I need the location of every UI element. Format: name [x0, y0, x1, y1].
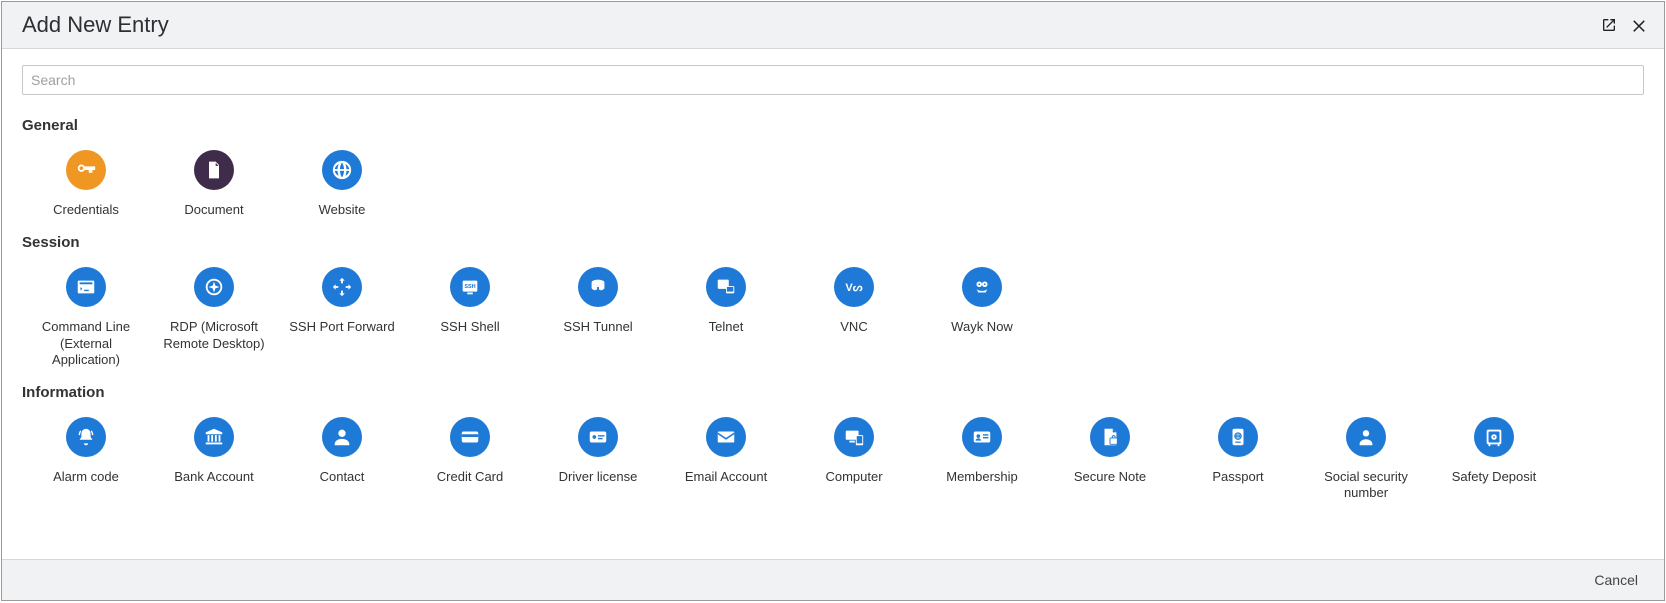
terminal-icon	[66, 267, 106, 307]
entry-type-label: VNC	[840, 319, 867, 335]
entry-type-alarm-code[interactable]: Alarm code	[22, 411, 150, 512]
entry-type-ssh-tunnel[interactable]: SSH Tunnel	[534, 261, 662, 378]
cancel-button[interactable]: Cancel	[1588, 568, 1644, 592]
add-entry-dialog: Add New Entry General Credentials Document…	[1, 1, 1665, 601]
entry-type-bank-account[interactable]: Bank Account	[150, 411, 278, 512]
globe-icon	[322, 150, 362, 190]
entry-type-label: Safety Deposit	[1452, 469, 1537, 485]
entry-type-email-account[interactable]: Email Account	[662, 411, 790, 512]
section-title-information: Information	[22, 384, 1634, 401]
passport-icon	[1218, 417, 1258, 457]
dialog-header: Add New Entry	[2, 2, 1664, 49]
entry-type-label: Contact	[320, 469, 365, 485]
entry-type-credentials[interactable]: Credentials	[22, 144, 150, 228]
dialog-body: General Credentials Document Website Session…	[2, 49, 1664, 559]
entry-type-secure-note[interactable]: Secure Note	[1046, 411, 1174, 512]
person-icon	[322, 417, 362, 457]
telnet-icon	[706, 267, 746, 307]
dialog-footer: Cancel	[2, 559, 1664, 600]
entry-type-label: Passport	[1212, 469, 1263, 485]
search-input[interactable]	[22, 65, 1644, 95]
rdp-icon	[194, 267, 234, 307]
safe-icon	[1474, 417, 1514, 457]
document-icon	[194, 150, 234, 190]
section-title-general: General	[22, 117, 1634, 134]
entry-type-label: Document	[184, 202, 243, 218]
entry-type-membership[interactable]: Membership	[918, 411, 1046, 512]
entry-type-label: Computer	[825, 469, 882, 485]
entry-type-ssh-port-forward[interactable]: SSH Port Forward	[278, 261, 406, 378]
section-grid-session: Command Line (External Application)RDP (…	[22, 261, 1634, 378]
entry-type-label: Email Account	[685, 469, 767, 485]
entry-type-computer[interactable]: Computer	[790, 411, 918, 512]
arrows-icon	[322, 267, 362, 307]
section-grid-general: Credentials Document Website	[22, 144, 1634, 228]
license-icon	[578, 417, 618, 457]
entry-type-telnet[interactable]: Telnet	[662, 261, 790, 378]
ssh-shell-icon: SSH	[450, 267, 490, 307]
ssh-tunnel-icon	[578, 267, 618, 307]
secure-note-icon	[1090, 417, 1130, 457]
entry-type-label: Website	[319, 202, 366, 218]
entry-type-driver-license[interactable]: Driver license	[534, 411, 662, 512]
section-grid-information: Alarm code Bank Account Contact Credit Card…	[22, 411, 1634, 512]
dialog-title: Add New Entry	[22, 12, 169, 38]
entry-type-label: Credentials	[53, 202, 119, 218]
envelope-icon	[706, 417, 746, 457]
entry-type-label: Credit Card	[437, 469, 503, 485]
entry-type-command-line-external-application[interactable]: Command Line (External Application)	[22, 261, 150, 378]
entry-type-rdp-microsoft-remote-desktop[interactable]: RDP (Microsoft Remote Desktop)	[150, 261, 278, 378]
close-icon[interactable]	[1630, 16, 1648, 34]
key-icon	[66, 150, 106, 190]
entry-type-label: Wayk Now	[951, 319, 1013, 335]
svg-text:SSH: SSH	[464, 284, 475, 290]
entry-type-contact[interactable]: Contact	[278, 411, 406, 512]
scroll-area[interactable]: General Credentials Document Website Session…	[22, 111, 1644, 549]
entry-type-label: Bank Account	[174, 469, 254, 485]
entry-type-social-security-number[interactable]: Social security number	[1302, 411, 1430, 512]
entry-type-vnc[interactable]: Vᔕ VNC	[790, 261, 918, 378]
entry-type-ssh-shell[interactable]: SSH SSH Shell	[406, 261, 534, 378]
dialog-header-actions	[1600, 16, 1648, 34]
entry-type-document[interactable]: Document	[150, 144, 278, 228]
popout-icon[interactable]	[1600, 16, 1618, 34]
section-title-session: Session	[22, 234, 1634, 251]
membership-icon	[962, 417, 1002, 457]
entry-type-label: Driver license	[559, 469, 638, 485]
entry-type-safety-deposit[interactable]: Safety Deposit	[1430, 411, 1558, 512]
entry-type-website[interactable]: Website	[278, 144, 406, 228]
entry-type-label: Social security number	[1306, 469, 1426, 502]
entry-type-label: SSH Tunnel	[563, 319, 632, 335]
entry-type-passport[interactable]: Passport	[1174, 411, 1302, 512]
entry-type-credit-card[interactable]: Credit Card	[406, 411, 534, 512]
entry-type-wayk-now[interactable]: Wayk Now	[918, 261, 1046, 378]
wayk-icon	[962, 267, 1002, 307]
bank-icon	[194, 417, 234, 457]
entry-type-label: RDP (Microsoft Remote Desktop)	[154, 319, 274, 352]
bell-icon	[66, 417, 106, 457]
credit-card-icon	[450, 417, 490, 457]
entry-type-label: SSH Shell	[440, 319, 499, 335]
entry-type-label: Alarm code	[53, 469, 119, 485]
vnc-icon: Vᔕ	[834, 267, 874, 307]
entry-type-label: Membership	[946, 469, 1018, 485]
computer-icon	[834, 417, 874, 457]
entry-type-label: Telnet	[709, 319, 744, 335]
svg-text:Vᔕ: Vᔕ	[845, 282, 862, 294]
ssn-icon	[1346, 417, 1386, 457]
entry-type-label: SSH Port Forward	[289, 319, 394, 335]
entry-type-label: Secure Note	[1074, 469, 1146, 485]
entry-type-label: Command Line (External Application)	[26, 319, 146, 368]
